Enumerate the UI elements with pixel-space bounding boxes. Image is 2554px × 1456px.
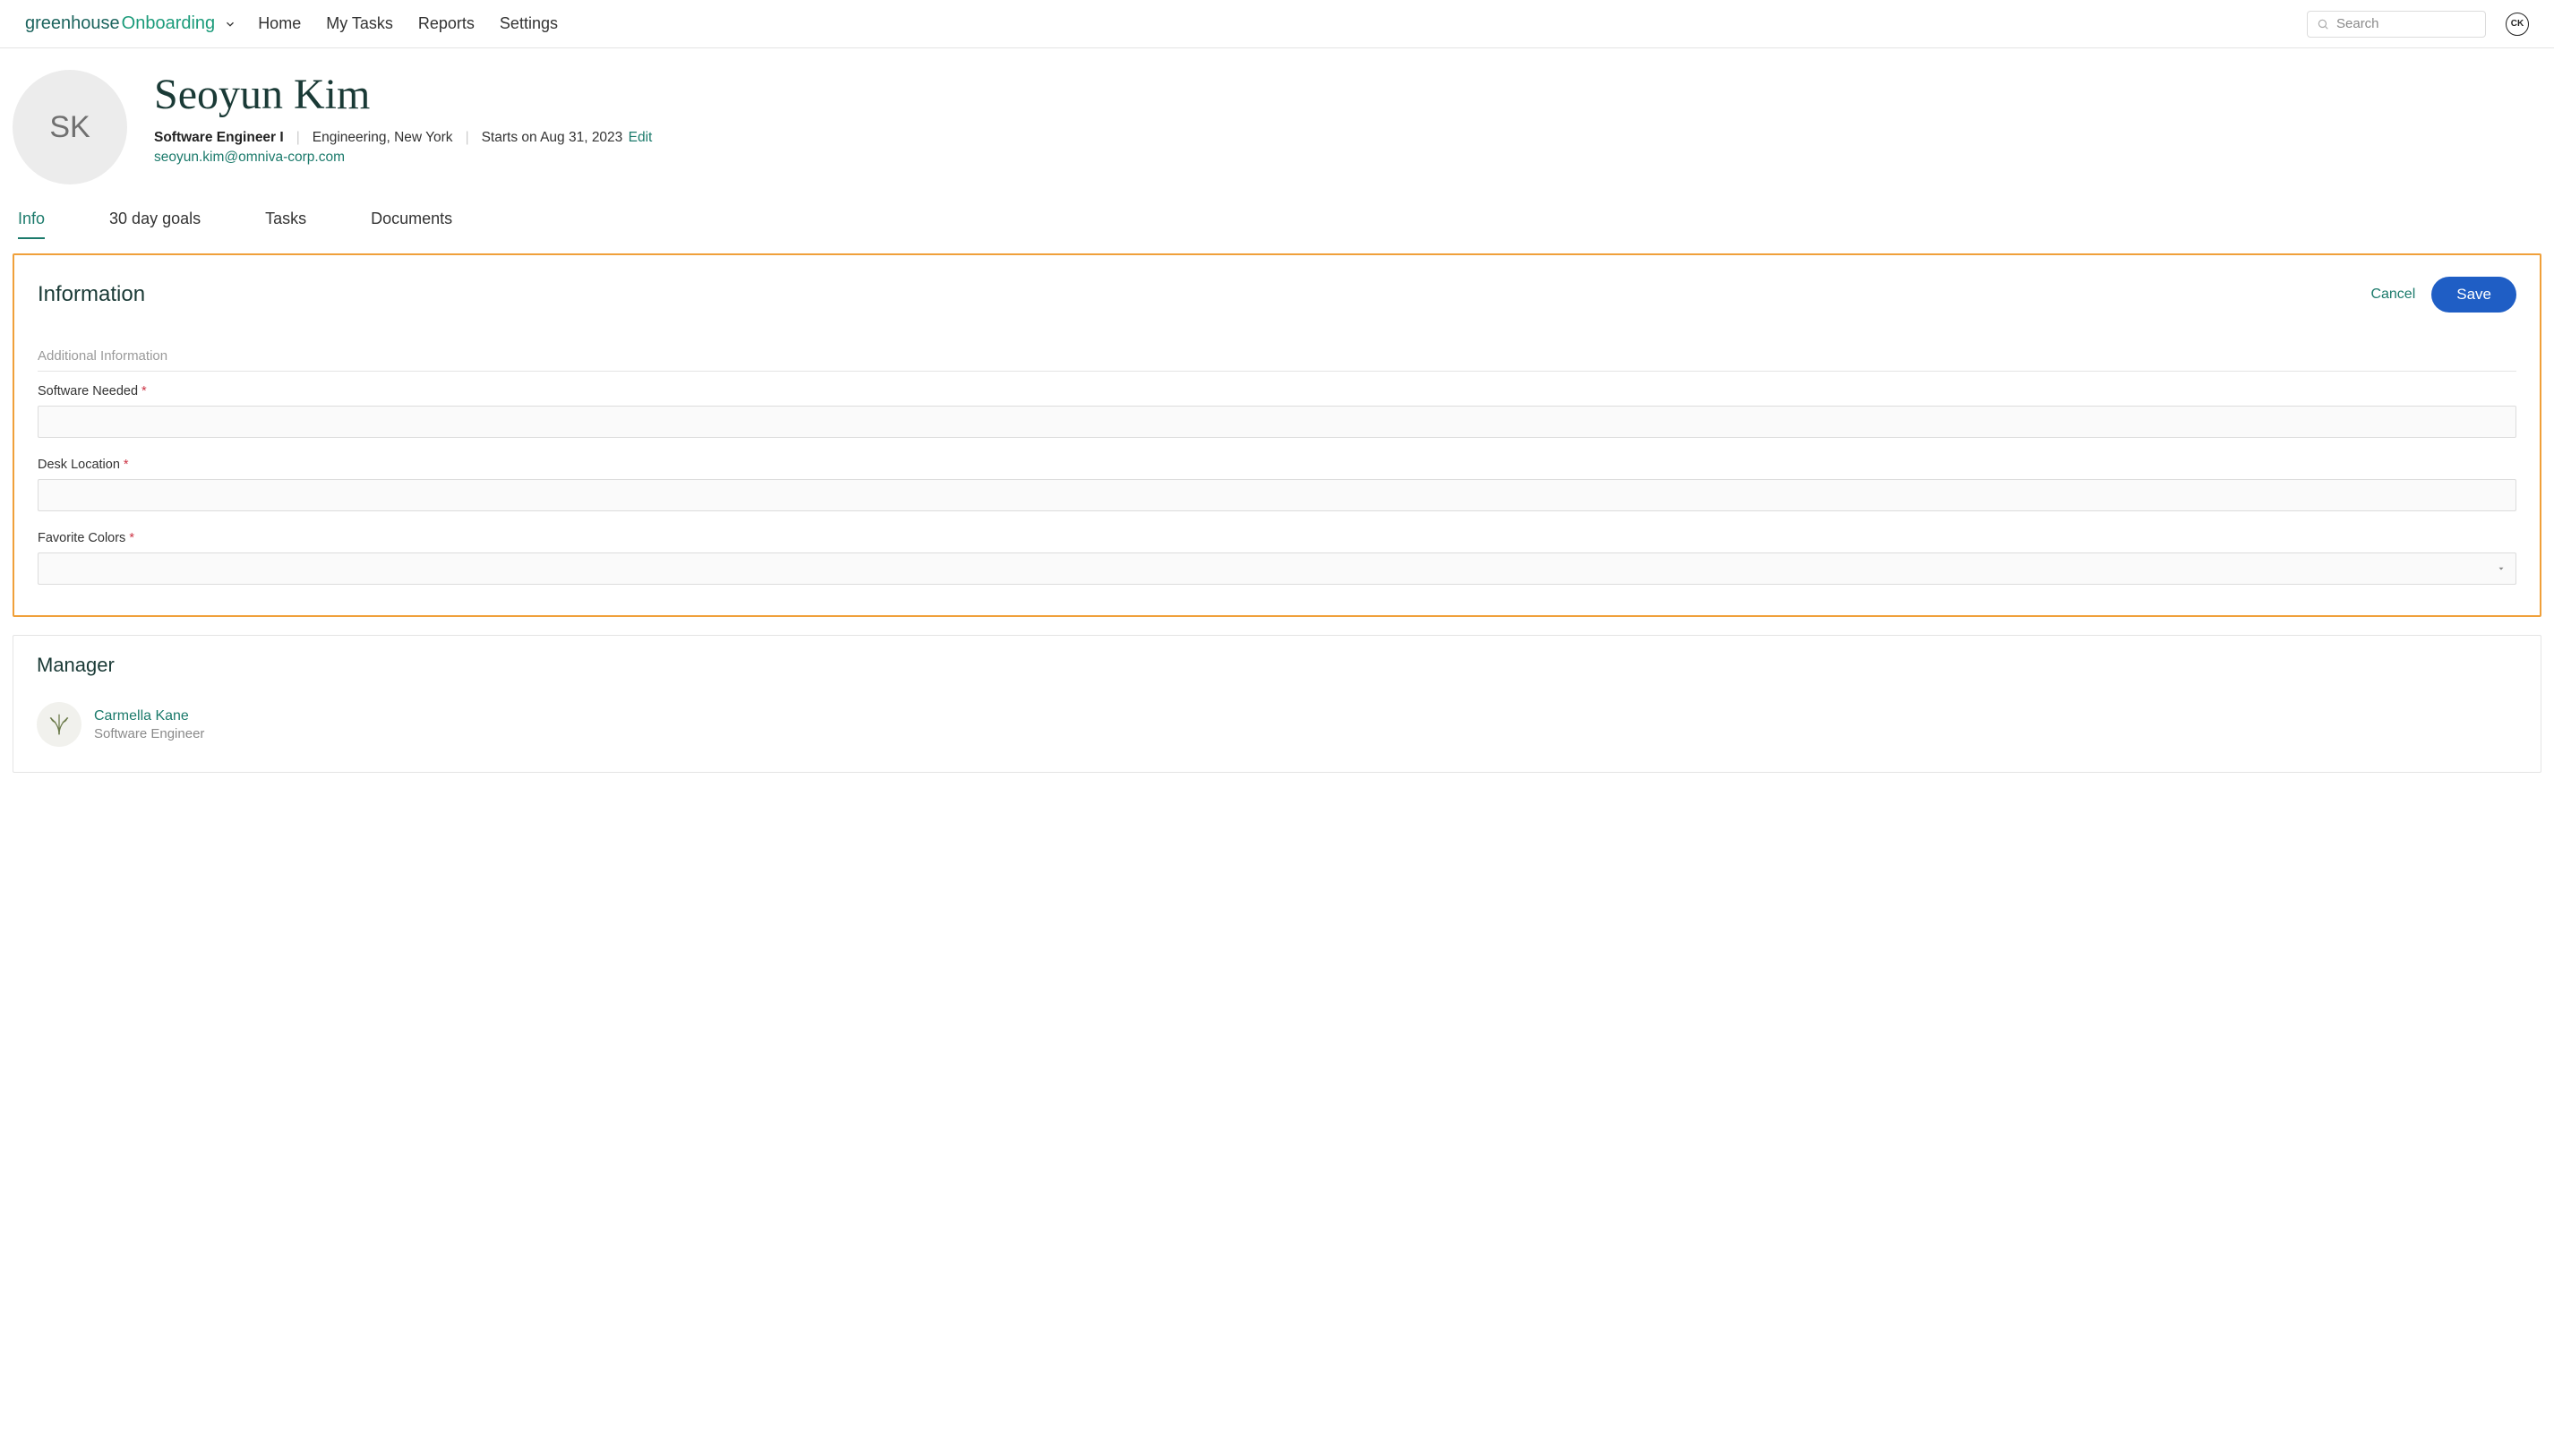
manager-panel: Manager Carmella Kane Software Engineer	[13, 635, 2541, 773]
tab-documents[interactable]: Documents	[371, 210, 452, 239]
panel-header: Information Cancel Save	[38, 277, 2516, 313]
search-icon	[2317, 18, 2329, 30]
label-text: Desk Location	[38, 458, 120, 472]
panel-title: Information	[38, 282, 145, 307]
nav-links: Home My Tasks Reports Settings	[258, 14, 558, 33]
nav-reports[interactable]: Reports	[418, 14, 475, 33]
separator: |	[466, 130, 469, 146]
brand-greenhouse: greenhouse	[25, 13, 120, 34]
tab-30-day-goals[interactable]: 30 day goals	[109, 210, 201, 239]
field-software-needed: Software Needed *	[38, 384, 2516, 438]
label-text: Favorite Colors	[38, 531, 125, 545]
information-panel: Information Cancel Save Additional Infor…	[13, 253, 2541, 617]
field-desk-location: Desk Location *	[38, 458, 2516, 511]
save-button[interactable]: Save	[2431, 277, 2516, 313]
field-label: Favorite Colors *	[38, 531, 2516, 545]
profile-email[interactable]: seoyun.kim@omniva-corp.com	[154, 150, 345, 166]
field-label: Software Needed *	[38, 384, 2516, 398]
profile-meta: Software Engineer I | Engineering, New Y…	[154, 130, 652, 146]
edit-link[interactable]: Edit	[629, 130, 653, 145]
plant-icon	[46, 711, 73, 738]
label-text: Software Needed	[38, 384, 138, 398]
favorite-colors-select[interactable]	[38, 552, 2516, 585]
software-needed-input[interactable]	[38, 406, 2516, 438]
avatar: SK	[13, 70, 127, 184]
panel-actions: Cancel Save	[2370, 277, 2516, 313]
section-additional-information: Additional Information	[38, 348, 2516, 372]
nav-my-tasks[interactable]: My Tasks	[326, 14, 393, 33]
field-label: Desk Location *	[38, 458, 2516, 472]
brand[interactable]: greenhouse Onboarding	[25, 13, 236, 34]
department-location: Engineering, New York	[313, 130, 453, 146]
separator: |	[296, 130, 300, 146]
user-badge[interactable]: CK	[2506, 13, 2529, 36]
tab-tasks[interactable]: Tasks	[265, 210, 306, 239]
nav-settings[interactable]: Settings	[500, 14, 558, 33]
field-favorite-colors: Favorite Colors *	[38, 531, 2516, 585]
search-box[interactable]	[2307, 11, 2486, 38]
tab-info[interactable]: Info	[18, 210, 45, 239]
profile-name: Seoyun Kim	[154, 70, 652, 119]
required-marker: *	[129, 531, 134, 545]
manager-row: Carmella Kane Software Engineer	[37, 702, 2517, 747]
required-marker: *	[124, 458, 129, 472]
tabs: Info 30 day goals Tasks Documents	[0, 184, 2554, 239]
favorite-colors-select-wrap	[38, 552, 2516, 585]
brand-onboarding: Onboarding	[122, 13, 216, 34]
start-date: Starts on Aug 31, 2023	[482, 130, 623, 145]
manager-title: Manager	[37, 654, 2517, 677]
search-input[interactable]	[2336, 16, 2476, 31]
required-marker: *	[141, 384, 147, 398]
cancel-button[interactable]: Cancel	[2370, 287, 2415, 303]
topbar: greenhouse Onboarding Home My Tasks Repo…	[0, 0, 2554, 48]
manager-name-link[interactable]: Carmella Kane	[94, 708, 204, 724]
job-title: Software Engineer I	[154, 130, 284, 146]
profile-header: SK Seoyun Kim Software Engineer I | Engi…	[0, 48, 2554, 184]
manager-avatar	[37, 702, 81, 747]
manager-text: Carmella Kane Software Engineer	[94, 708, 204, 741]
manager-role: Software Engineer	[94, 726, 204, 741]
profile-info: Seoyun Kim Software Engineer I | Enginee…	[154, 70, 652, 166]
desk-location-input[interactable]	[38, 479, 2516, 511]
chevron-down-icon[interactable]	[224, 18, 236, 30]
nav-home[interactable]: Home	[258, 14, 301, 33]
start-date-wrap: Starts on Aug 31, 2023 Edit	[482, 130, 653, 146]
